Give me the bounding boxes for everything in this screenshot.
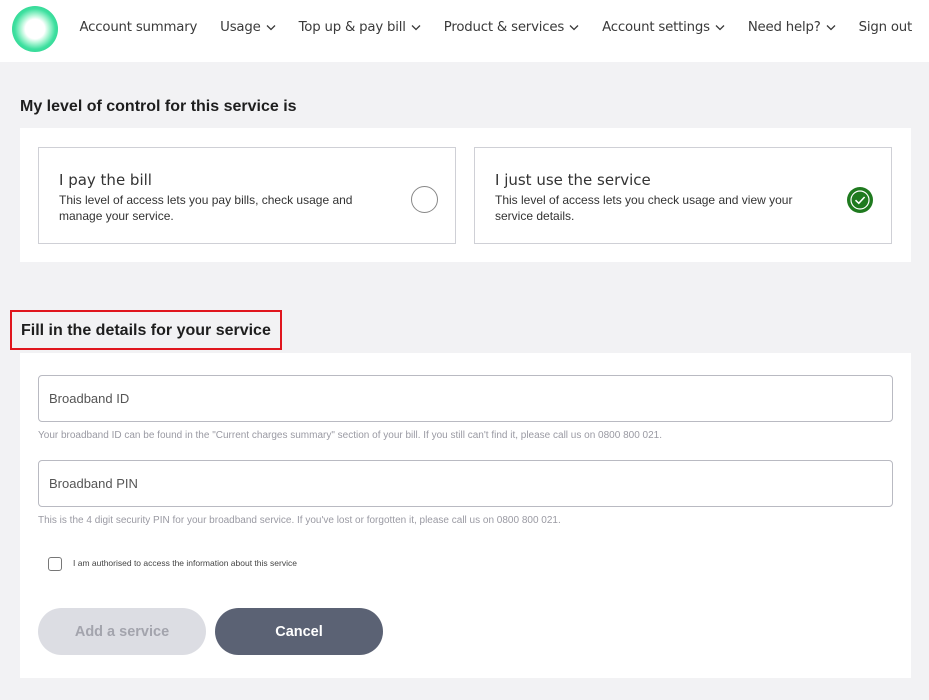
nav-usage[interactable]: Usage [220, 20, 276, 35]
radio-unselected-icon[interactable] [411, 186, 438, 213]
option-card-use-service[interactable]: I just use the service This level of acc… [474, 147, 892, 244]
nav-sign-out[interactable]: Sign out [858, 20, 913, 35]
control-level-heading: My level of control for this service is [20, 98, 297, 115]
main-nav: Account summary Usage Top up & pay bill … [80, 20, 913, 35]
nav-item-label: Need help? [747, 20, 821, 35]
option-description: This level of access lets you check usag… [495, 193, 793, 223]
service-details-panel: Broadband ID Your broadband ID can be fo… [20, 353, 911, 678]
broadband-id-help-text: Your broadband ID can be found in the "C… [38, 430, 662, 441]
control-level-panel: I pay the bill This level of access lets… [20, 128, 911, 262]
details-heading: Fill in the details for your service [21, 322, 271, 339]
brand-logo[interactable] [12, 6, 58, 52]
chevron-down-icon [569, 25, 579, 31]
broadband-id-field[interactable]: Broadband ID [38, 375, 893, 422]
authorised-checkbox-label: I am authorised to access the informatio… [73, 558, 297, 568]
option-description: This level of access lets you pay bills,… [59, 193, 353, 223]
nav-item-label: Product & services [443, 20, 565, 35]
nav-item-label: Account settings [602, 20, 710, 35]
nav-product-services[interactable]: Product & services [444, 20, 579, 35]
broadband-pin-field[interactable]: Broadband PIN [38, 460, 893, 507]
nav-need-help[interactable]: Need help? [748, 20, 836, 35]
broadband-id-placeholder: Broadband ID [49, 391, 130, 406]
nav-account-settings[interactable]: Account settings [602, 20, 725, 35]
broadband-pin-placeholder: Broadband PIN [49, 476, 138, 491]
checkmark-icon [850, 190, 870, 210]
authorised-checkbox[interactable] [48, 557, 62, 571]
chevron-down-icon [411, 25, 421, 31]
nav-item-label: Top up & pay bill [298, 20, 406, 35]
top-navigation-bar: Account summary Usage Top up & pay bill … [0, 0, 929, 62]
broadband-pin-help-text: This is the 4 digit security PIN for you… [38, 515, 561, 526]
nav-item-label: Sign out [858, 20, 913, 35]
add-service-button[interactable]: Add a service [38, 608, 206, 655]
radio-selected-icon[interactable] [847, 187, 873, 213]
option-card-pay-bill[interactable]: I pay the bill This level of access lets… [38, 147, 456, 244]
nav-item-label: Usage [220, 20, 261, 35]
option-title: I just use the service [495, 171, 651, 189]
nav-top-up-pay-bill[interactable]: Top up & pay bill [299, 20, 421, 35]
chevron-down-icon [826, 25, 836, 31]
option-title: I pay the bill [59, 171, 152, 189]
chevron-down-icon [715, 25, 725, 31]
cancel-button[interactable]: Cancel [215, 608, 383, 655]
chevron-down-icon [266, 25, 276, 31]
nav-account-summary[interactable]: Account summary [80, 20, 198, 35]
nav-item-label: Account summary [79, 20, 198, 35]
